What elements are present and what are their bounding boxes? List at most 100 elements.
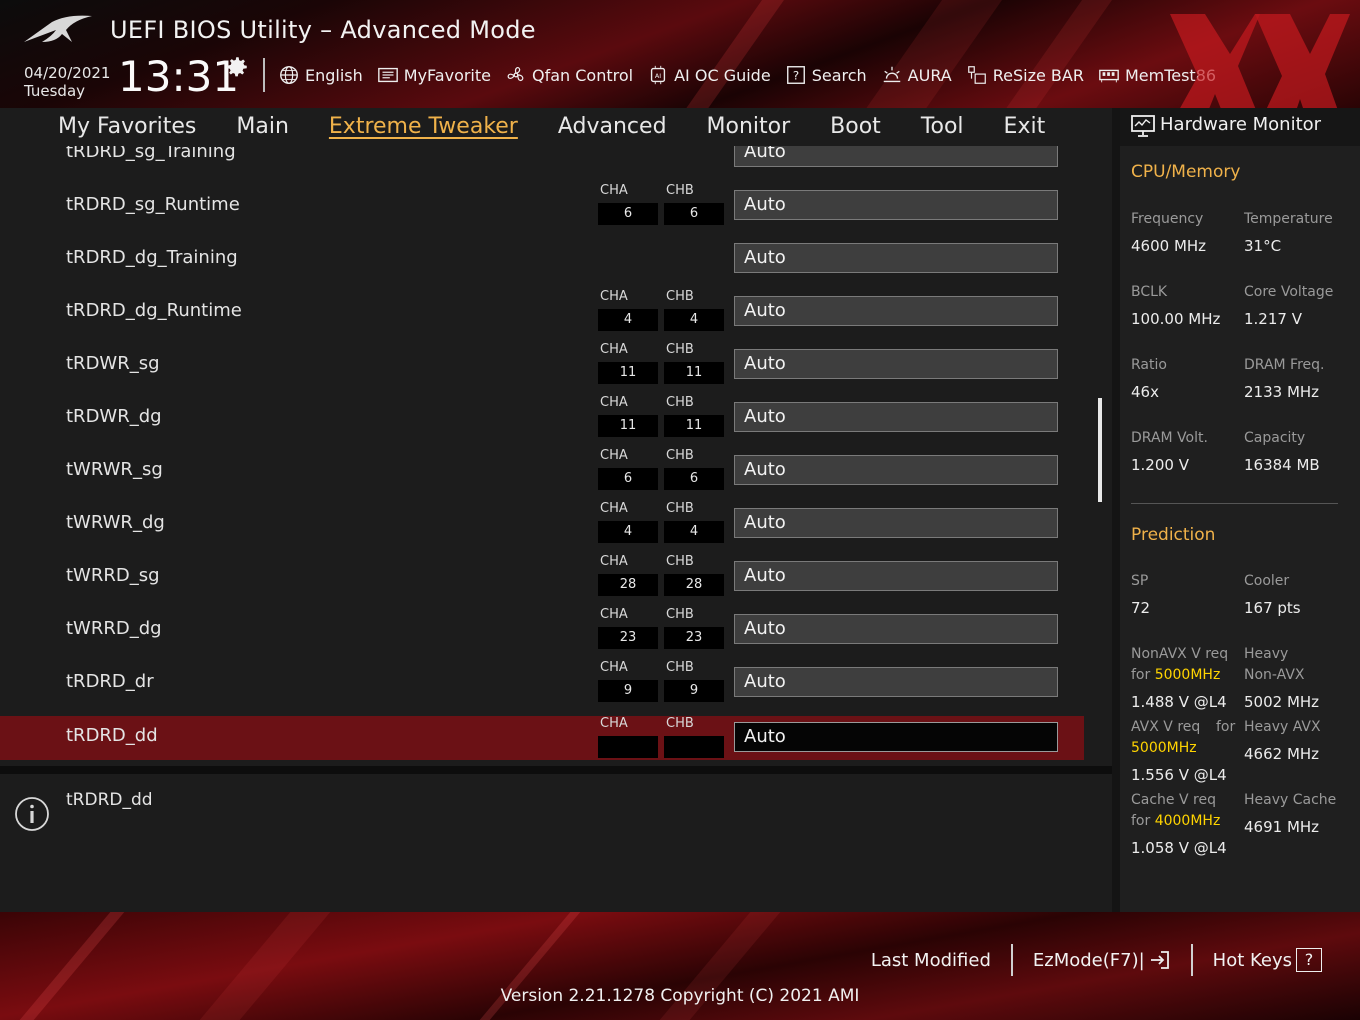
qfan-control-button[interactable]: Qfan Control — [505, 64, 633, 86]
hardware-monitor-title: Hardware Monitor — [1160, 114, 1322, 135]
cache-for-line: for 4000MHz — [1131, 813, 1220, 829]
cha-label: CHA — [600, 395, 628, 410]
footer-bar: Last Modified EzMode(F7)| Hot Keys ? Ver… — [0, 912, 1360, 1020]
non-avx-label: Non-AVX — [1244, 667, 1305, 683]
scrollbar-thumb[interactable] — [1098, 398, 1102, 502]
chb-readout: CHB 4 — [664, 289, 724, 331]
chb-label: CHB — [666, 554, 694, 569]
setting-value-dropdown[interactable]: Auto — [734, 614, 1058, 644]
day-text: Tuesday — [24, 82, 86, 100]
setting-label: tRDRD_dd — [66, 725, 158, 746]
heavy-nonavx-value: 5002 MHz — [1244, 693, 1320, 711]
tab-my-favorites[interactable]: My Favorites — [38, 109, 216, 145]
setting-row-trdrd-sg-runtime[interactable]: tRDRD_sg_Runtime CHA 6 CHB 6 Auto — [0, 181, 1084, 229]
tab-advanced[interactable]: Advanced — [538, 109, 687, 145]
setting-value-dropdown[interactable]: Auto — [734, 190, 1058, 220]
temperature-label: Temperature — [1244, 211, 1333, 227]
hot-keys-button[interactable]: Hot Keys ? — [1193, 948, 1342, 972]
chb-label: CHB — [666, 716, 694, 731]
tab-tool[interactable]: Tool — [901, 109, 984, 145]
setting-row-trdrd-dg-runtime[interactable]: tRDRD_dg_Runtime CHA 4 CHB 4 Auto — [0, 287, 1084, 335]
cha-value: 4 — [598, 521, 658, 543]
heavy-label: Heavy — [1244, 646, 1289, 662]
tab-boot[interactable]: Boot — [810, 109, 901, 145]
clock-display: 13:31 — [118, 52, 240, 101]
cha-readout: CHA — [598, 716, 658, 758]
cha-label: CHA — [600, 716, 628, 731]
myfavorite-button[interactable]: MyFavorite — [377, 64, 491, 86]
ratio-value: 46x — [1131, 383, 1159, 401]
language-button[interactable]: English — [278, 64, 363, 86]
resize-bar-button[interactable]: ReSize BAR — [966, 64, 1084, 86]
setting-row-trdrd-sg-training[interactable]: tRDRD_sg_Training Auto — [0, 146, 1084, 176]
setting-value-dropdown[interactable]: Auto — [734, 455, 1058, 485]
setting-value-dropdown[interactable]: Auto — [734, 508, 1058, 538]
language-label: English — [305, 65, 363, 85]
nonavx-vreq-value: 1.488 V @L4 — [1131, 693, 1227, 711]
chb-value: 4 — [664, 309, 724, 331]
chb-readout: CHB 4 — [664, 501, 724, 543]
dram-volt-label: DRAM Volt. — [1131, 430, 1208, 446]
chb-label: CHB — [666, 607, 694, 622]
dram-volt-value: 1.200 V — [1131, 456, 1189, 474]
hardware-monitor-header: Hardware Monitor — [1120, 108, 1360, 146]
setting-label: tRDRD_dg_Training — [66, 247, 238, 268]
app-title: UEFI BIOS Utility – Advanced Mode — [110, 16, 536, 44]
chb-label: CHB — [666, 501, 694, 516]
gear-icon[interactable] — [224, 54, 250, 80]
ezmode-button[interactable]: EzMode(F7)| — [1013, 949, 1191, 971]
tab-extreme-tweaker[interactable]: Extreme Tweaker — [309, 109, 538, 145]
setting-value-dropdown[interactable]: Auto — [734, 296, 1058, 326]
cha-readout: CHA 4 — [598, 501, 658, 543]
setting-label: tRDWR_sg — [66, 353, 160, 374]
watermark-x-icon — [1170, 14, 1350, 108]
setting-row-trdrd-dd[interactable]: tRDRD_dd CHA CHB Auto — [0, 716, 1084, 760]
cha-label: CHA — [600, 660, 628, 675]
tab-main[interactable]: Main — [216, 109, 309, 145]
setting-row-trdwr-sg[interactable]: tRDWR_sg CHA 11 CHB 11 Auto — [0, 340, 1084, 388]
capacity-value: 16384 MB — [1244, 456, 1320, 474]
cha-readout: CHA 23 — [598, 607, 658, 649]
cha-readout: CHA 11 — [598, 342, 658, 384]
help-key-icon: ? — [1296, 948, 1322, 972]
aura-label: AURA — [907, 65, 952, 85]
setting-value-dropdown[interactable]: Auto — [734, 722, 1058, 752]
setting-row-trdrd-dr[interactable]: tRDRD_dr CHA 9 CHB 9 Auto — [0, 658, 1084, 706]
setting-row-trdrd-dg-training[interactable]: tRDRD_dg_Training Auto — [0, 234, 1084, 282]
ai-oc-guide-button[interactable]: AI AI OC Guide — [647, 64, 771, 86]
cha-value: 11 — [598, 362, 658, 384]
setting-row-twrrd-dg[interactable]: tWRRD_dg CHA 23 CHB 23 Auto — [0, 605, 1084, 653]
toolbar: English MyFavorite Qfan Control AI AI OC… — [278, 60, 1216, 90]
frequency-value: 4600 MHz — [1131, 237, 1207, 255]
version-text: Version 2.21.1278 Copyright (C) 2021 AMI — [500, 986, 860, 1006]
setting-label: tWRRD_dg — [66, 618, 162, 639]
hardware-monitor-panel: Hardware Monitor CPU/Memory Frequency 46… — [1120, 108, 1360, 912]
nonavx-target-freq: 5000MHz — [1154, 667, 1221, 683]
setting-value-dropdown[interactable]: Auto — [734, 402, 1058, 432]
setting-value-dropdown[interactable]: Auto — [734, 561, 1058, 591]
chb-value: 23 — [664, 627, 724, 649]
chb-label: CHB — [666, 183, 694, 198]
nonavx-vreq-label: NonAVX V req — [1131, 646, 1229, 662]
header-separator — [263, 58, 265, 92]
sp-label: SP — [1131, 573, 1149, 589]
search-button[interactable]: ? Search — [785, 64, 867, 86]
tab-exit[interactable]: Exit — [984, 109, 1066, 145]
last-modified-button[interactable]: Last Modified — [851, 950, 1011, 971]
chb-value: 11 — [664, 415, 724, 437]
tab-monitor[interactable]: Monitor — [687, 109, 811, 145]
chb-label: CHB — [666, 448, 694, 463]
cache-vreq-label: Cache V req — [1131, 792, 1216, 808]
setting-row-trdwr-dg[interactable]: tRDWR_dg CHA 11 CHB 11 Auto — [0, 393, 1084, 441]
ratio-label: Ratio — [1131, 357, 1167, 373]
nonavx-for-text: for — [1131, 667, 1151, 683]
setting-value-dropdown[interactable]: Auto — [734, 667, 1058, 697]
setting-value-dropdown[interactable]: Auto — [734, 243, 1058, 273]
aura-button[interactable]: AURA — [881, 64, 952, 86]
cha-value: 23 — [598, 627, 658, 649]
setting-value-dropdown[interactable]: Auto — [734, 146, 1058, 167]
setting-row-twrwr-sg[interactable]: tWRWR_sg CHA 6 CHB 6 Auto — [0, 446, 1084, 494]
setting-row-twrwr-dg[interactable]: tWRWR_dg CHA 4 CHB 4 Auto — [0, 499, 1084, 547]
setting-row-twrrd-sg[interactable]: tWRRD_sg CHA 28 CHB 28 Auto — [0, 552, 1084, 600]
setting-value-dropdown[interactable]: Auto — [734, 349, 1058, 379]
